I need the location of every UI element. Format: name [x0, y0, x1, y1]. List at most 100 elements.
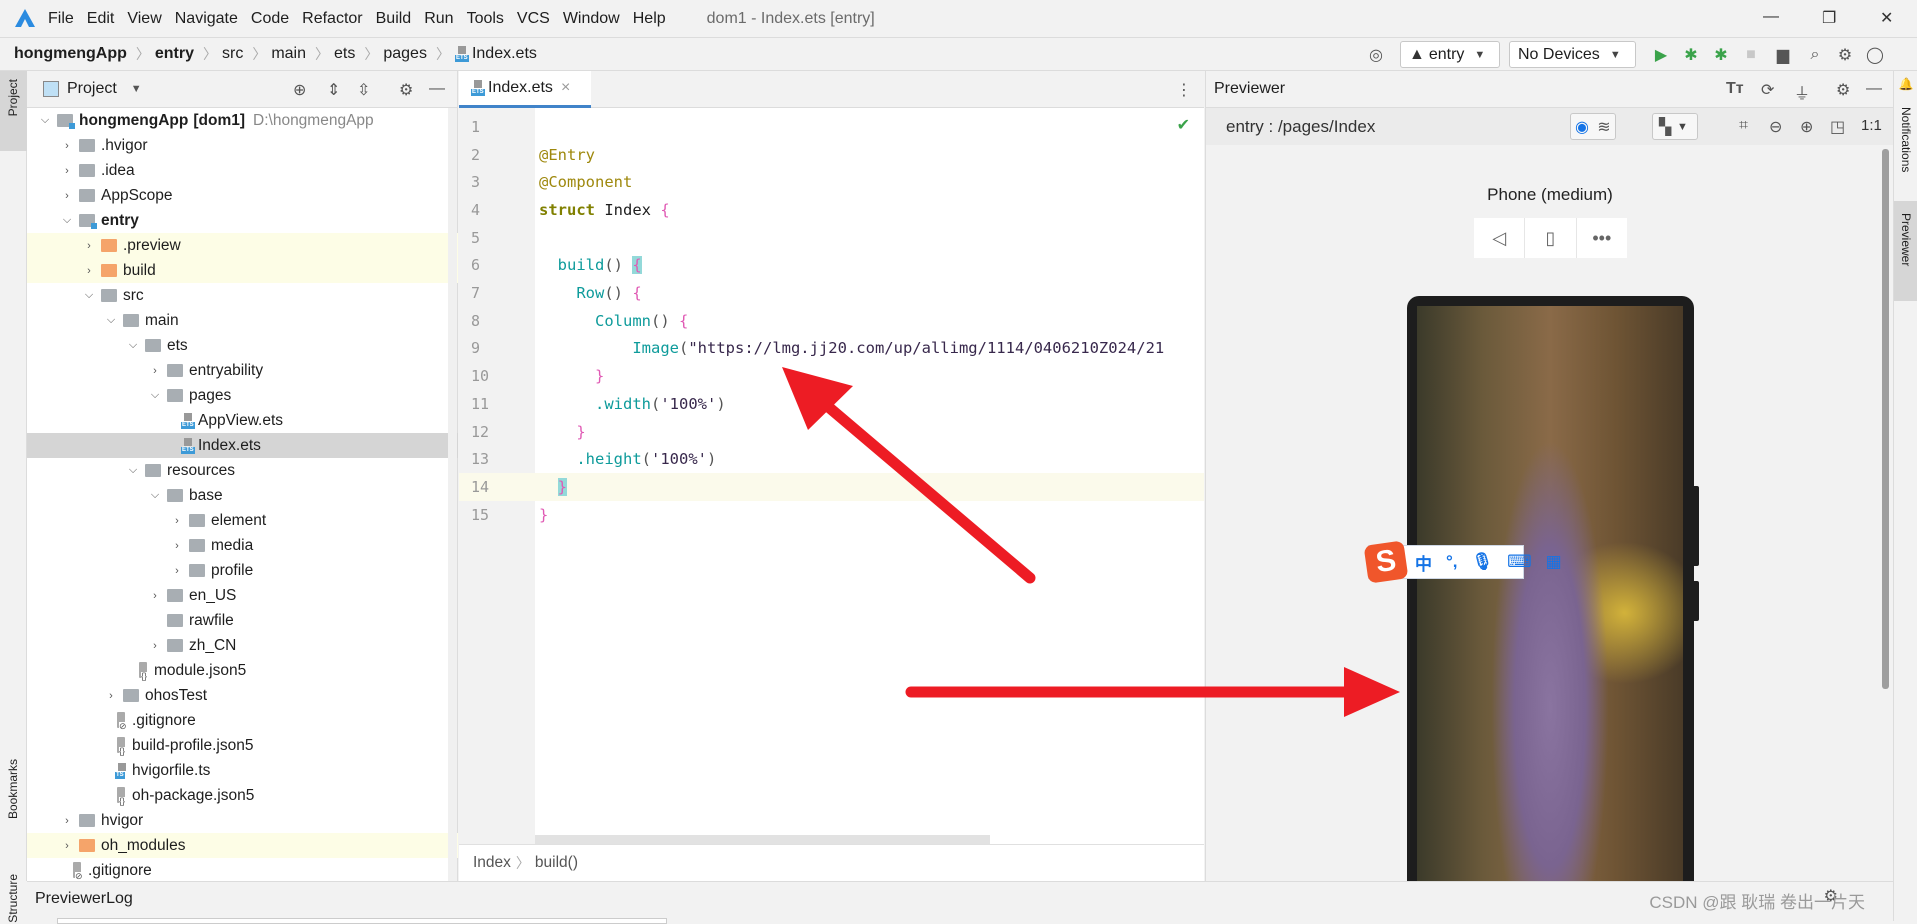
more-icon[interactable]: ⋮	[1176, 80, 1192, 100]
crumb-struct[interactable]: Index	[473, 854, 511, 872]
menu-code[interactable]: Code	[251, 10, 289, 28]
code-line[interactable]: 12 }	[459, 418, 1204, 446]
tree-item[interactable]: ⌵ main	[27, 308, 458, 333]
code-line[interactable]: 3 @Component	[459, 168, 1204, 196]
tree-item[interactable]: hvigorfile.ts	[27, 758, 458, 783]
tree-item[interactable]: ⌵ ets	[27, 333, 458, 358]
code-line[interactable]: 11 .width('100%')	[459, 390, 1204, 418]
chevron-right-icon[interactable]: ›	[169, 515, 185, 527]
chevron-right-icon[interactable]: ›	[59, 140, 75, 152]
crumb-project[interactable]: hongmengApp	[14, 45, 127, 63]
bookmarks-tool-button[interactable]: Bookmarks	[6, 759, 20, 819]
close-window-button[interactable]: ✕	[1880, 8, 1893, 28]
tree-item[interactable]: › media	[27, 533, 458, 558]
chevron-right-icon[interactable]: ›	[169, 565, 185, 577]
ime-language-toggle[interactable]: 中	[1415, 550, 1432, 575]
layout-dropdown[interactable]: ▚ ▼	[1652, 113, 1698, 140]
layers-icon[interactable]: ≋	[1593, 117, 1615, 137]
chevron-right-icon[interactable]: ›	[147, 640, 163, 652]
attach-debugger-icon[interactable]: ✱	[1706, 45, 1736, 65]
tree-item[interactable]: ⌵ entry	[27, 208, 458, 233]
inspector-toggle[interactable]: ◉ ≋	[1570, 113, 1616, 140]
log-filter-input[interactable]	[57, 918, 667, 924]
menu-vcs[interactable]: VCS	[517, 10, 550, 28]
tree-item[interactable]: › entryability	[27, 358, 458, 383]
fit-screen-icon[interactable]: ◳	[1830, 117, 1845, 137]
chevron-right-icon[interactable]: ›	[59, 190, 75, 202]
account-icon[interactable]: ◯	[1860, 45, 1890, 65]
chevron-right-icon[interactable]: ›	[59, 815, 75, 827]
tree-item[interactable]: › zh_CN	[27, 633, 458, 658]
tree-item[interactable]: › element	[27, 508, 458, 533]
previewer-scrollbar[interactable]	[1882, 149, 1889, 689]
tree-item[interactable]: › .preview	[27, 233, 458, 258]
tree-item[interactable]: › .hvigor	[27, 133, 458, 158]
hide-panel-icon[interactable]: —	[429, 80, 445, 98]
chevron-right-icon[interactable]: ›	[81, 265, 97, 277]
project-tool-button[interactable]: Project	[6, 79, 20, 116]
inspect-eye-icon[interactable]: ◉	[1571, 117, 1593, 137]
stop-icon[interactable]: ■	[1736, 46, 1766, 64]
notifications-tool-button[interactable]: Notifications	[1899, 107, 1913, 172]
tree-item[interactable]: .gitignore	[27, 708, 458, 733]
fit-frame-icon[interactable]: ⌗	[1739, 117, 1748, 135]
code-line[interactable]: 7 Row() {	[459, 279, 1204, 307]
menu-window[interactable]: Window	[563, 10, 620, 28]
ime-punctuation-toggle[interactable]: °,	[1446, 552, 1458, 572]
device-dropdown[interactable]: No Devices ▼	[1509, 41, 1636, 68]
close-tab-icon[interactable]: ×	[561, 79, 570, 97]
tree-item[interactable]: ⌵ pages	[27, 383, 458, 408]
chevron-right-icon[interactable]: ›	[169, 540, 185, 552]
menu-edit[interactable]: Edit	[87, 10, 115, 28]
settings-icon[interactable]: ⚙	[1830, 45, 1860, 65]
tree-scrollbar[interactable]	[448, 108, 457, 881]
menu-run[interactable]: Run	[424, 10, 453, 28]
zoom-in-icon[interactable]: ⊕	[1800, 117, 1813, 137]
chevron-down-icon[interactable]: ⌵	[81, 289, 97, 302]
code-line[interactable]: 10 }	[459, 362, 1204, 390]
chevron-down-icon[interactable]: ⌵	[147, 489, 163, 502]
locate-icon[interactable]: ⊕	[293, 80, 306, 100]
crumb-src[interactable]: src	[222, 45, 243, 63]
tree-item[interactable]: build-profile.json5	[27, 733, 458, 758]
plug-icon[interactable]: ⏚	[1794, 80, 1810, 104]
expand-all-icon[interactable]: ⇕	[327, 80, 340, 100]
debug-icon[interactable]: ✱	[1676, 45, 1706, 65]
chevron-right-icon[interactable]: ›	[59, 165, 75, 177]
chevron-down-icon[interactable]: ⌵	[125, 339, 141, 352]
menu-file[interactable]: File	[48, 10, 74, 28]
tree-item[interactable]: › build	[27, 258, 458, 283]
code-line[interactable]: 14 }	[459, 473, 1204, 501]
menu-help[interactable]: Help	[633, 10, 666, 28]
code-line[interactable]: 9 Image("https://lmg.jj20.com/up/allimg/…	[459, 335, 1204, 363]
tree-item[interactable]: › .idea	[27, 158, 458, 183]
run-config-dropdown[interactable]: ▲ entry ▼	[1400, 41, 1500, 68]
tree-item[interactable]: › en_US	[27, 583, 458, 608]
chevron-right-icon[interactable]: ›	[147, 590, 163, 602]
code-line[interactable]: 1	[459, 113, 1204, 141]
keyboard-icon[interactable]: ⌨	[1507, 552, 1532, 572]
actual-size-button[interactable]: 1:1	[1861, 117, 1882, 134]
code-line[interactable]: 15}	[459, 501, 1204, 529]
chevron-down-icon[interactable]: ⌵	[59, 214, 75, 227]
run-icon[interactable]: ▶	[1646, 45, 1676, 65]
crumb-main[interactable]: main	[271, 45, 306, 63]
code-line[interactable]: 2 @Entry	[459, 141, 1204, 169]
tree-item[interactable]: › hvigor	[27, 808, 458, 833]
tree-item[interactable]: ⌵ base	[27, 483, 458, 508]
tree-item[interactable]: oh-package.json5	[27, 783, 458, 808]
apps-icon[interactable]: ▦	[1546, 552, 1562, 572]
previewer-log-title[interactable]: PreviewerLog	[35, 890, 133, 908]
crumb-file[interactable]: Index.ets	[472, 45, 537, 63]
tree-item[interactable]: › ohosTest	[27, 683, 458, 708]
target-icon[interactable]: ◎	[1366, 45, 1386, 65]
tree-item[interactable]: Index.ets	[27, 433, 458, 458]
rotate-button[interactable]: ▯	[1525, 218, 1577, 258]
menu-refactor[interactable]: Refactor	[302, 10, 362, 28]
menu-tools[interactable]: Tools	[467, 10, 504, 28]
microphone-icon[interactable]: 🎙	[1472, 552, 1494, 572]
chevron-right-icon[interactable]: ›	[147, 365, 163, 377]
chevron-down-icon[interactable]: ▼	[131, 83, 142, 95]
hide-panel-icon[interactable]: —	[1866, 80, 1882, 98]
settings-icon[interactable]: ⚙	[1836, 80, 1850, 100]
